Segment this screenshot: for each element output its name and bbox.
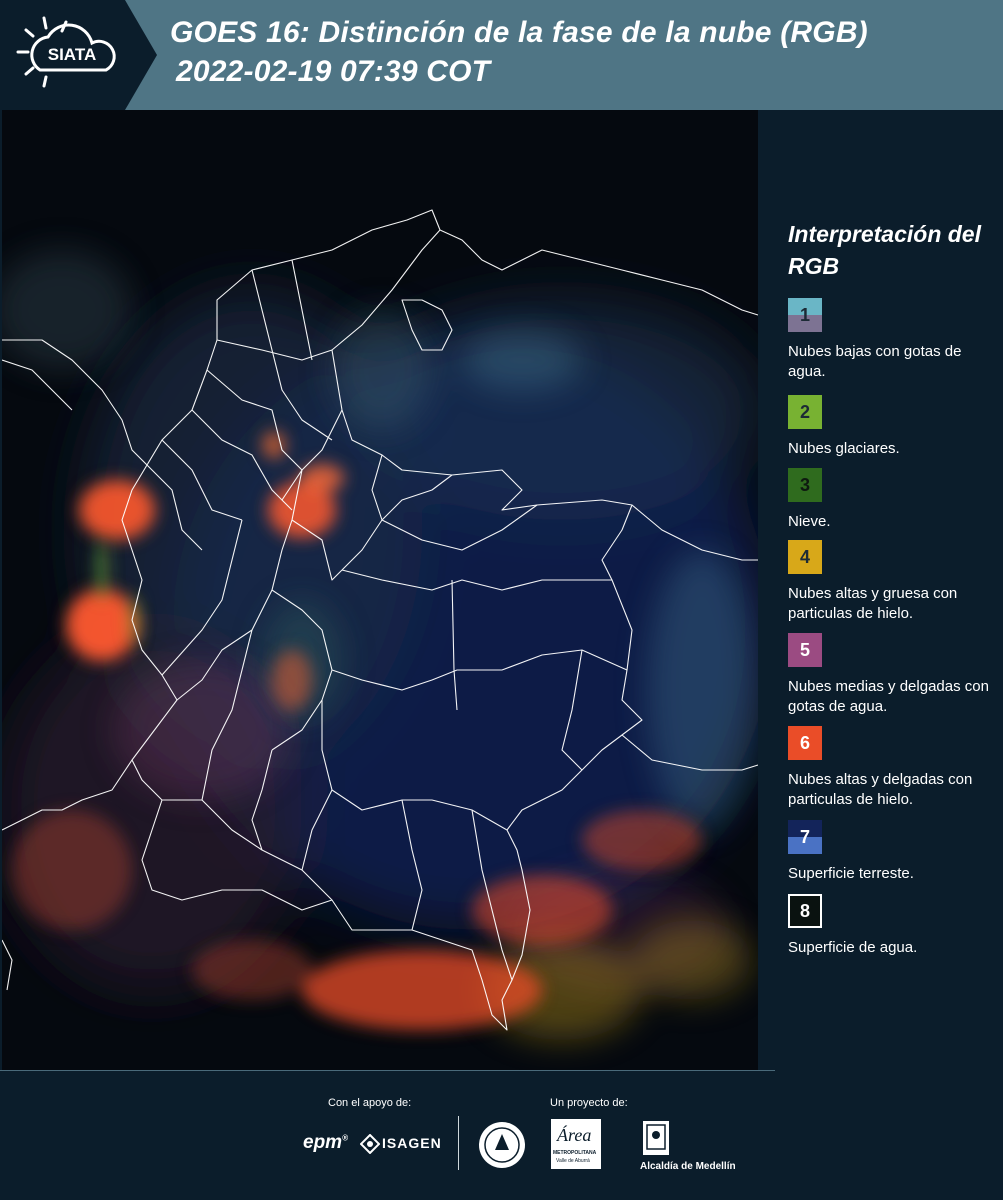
legend-swatch-2: 2 — [788, 395, 822, 429]
page-title: GOES 16: Distinción de la fase de la nub… — [170, 16, 868, 49]
legend-number: 7 — [799, 826, 810, 847]
footer: Con el apoyo de: Un proyecto de: epm® IS… — [0, 1070, 1003, 1200]
area-logo-sub: METROPOLITANA — [553, 1150, 597, 1156]
legend-label: Superficie terreste. — [788, 865, 914, 882]
area-logo-text: Área — [557, 1125, 592, 1145]
legend-swatch-6: 6 — [788, 726, 822, 760]
footer-divider — [458, 1116, 459, 1170]
legend-item-6: 6 Nubes altas y delgadas con particulas … — [788, 726, 1003, 810]
isagen-icon — [360, 1134, 380, 1154]
legend-item-8: 8 Superficie de agua. — [788, 894, 1003, 958]
legend-label: Nubes altas y gruesa con particulas de h… — [788, 585, 958, 622]
satellite-map[interactable] — [2, 110, 758, 1070]
legend-number: 8 — [799, 900, 810, 921]
legend-item-4: 4 Nubes altas y gruesa con particulas de… — [788, 540, 1003, 624]
legend-label: Nubes bajas con gotas de agua. — [788, 343, 962, 380]
area-metropolitana-logo[interactable]: Área METROPOLITANA Valle de Aburrá — [551, 1119, 601, 1169]
coat-of-arms-icon — [643, 1121, 669, 1155]
legend-swatch-5: 5 — [788, 633, 822, 667]
legend-swatch-8: 8 — [788, 894, 822, 928]
legend-label: Nubes medias y delgadas con gotas de agu… — [788, 678, 989, 715]
legend-swatch-4: 4 — [788, 540, 822, 574]
legend-number: 2 — [799, 401, 810, 422]
legend-title: Interpretación del RGB — [788, 221, 981, 279]
siata-logo-text: SIATA — [48, 45, 96, 64]
legend-item-7: 7 Superficie terreste. — [788, 820, 1003, 884]
area-logo-sub2: Valle de Aburrá — [556, 1158, 590, 1164]
legend-swatch-3: 3 — [788, 468, 822, 502]
legend-number: 3 — [799, 474, 810, 495]
footer-divider-line — [0, 1070, 775, 1071]
legend-number: 5 — [799, 639, 810, 660]
legend-panel: Interpretación del RGB 1 Nubes bajas con… — [760, 110, 1003, 1070]
legend-label: Nubes altas y delgadas con particulas de… — [788, 771, 973, 808]
page-timestamp: 2022-02-19 07:39 COT — [176, 55, 491, 88]
legend-number: 6 — [799, 732, 810, 753]
support-label: Con el apoyo de: — [328, 1097, 412, 1109]
legend-number: 4 — [799, 546, 810, 567]
legend-item-5: 5 Nubes medias y delgadas con gotas de a… — [788, 633, 1003, 717]
project-label: Un proyecto de: — [550, 1097, 628, 1109]
university-seal-logo[interactable] — [477, 1120, 527, 1175]
epm-logo-text: epm — [303, 1132, 343, 1153]
legend-number: 1 — [799, 304, 810, 325]
legend-label: Nieve. — [788, 513, 831, 530]
epm-logo[interactable]: epm® — [303, 1132, 348, 1154]
legend-swatch-7: 7 — [788, 820, 822, 854]
siata-logo[interactable]: SIATA — [0, 0, 160, 110]
legend-item-2: 2 Nubes glaciares. — [788, 395, 1003, 459]
legend-label: Nubes glaciares. — [788, 440, 900, 457]
header: SIATA GOES 16: Distinción de la fase de … — [0, 0, 1003, 110]
legend-swatch-1: 1 — [788, 298, 822, 332]
legend-item-3: 3 Nieve. — [788, 468, 1003, 532]
seal-icon — [479, 1122, 525, 1168]
medellin-logo-text: Alcaldía de Medellín — [640, 1161, 736, 1172]
legend-label: Superficie de agua. — [788, 939, 918, 956]
isagen-logo-text: ISAGEN — [382, 1135, 442, 1151]
legend-item-1: 1 Nubes bajas con gotas de agua. — [788, 298, 1003, 382]
